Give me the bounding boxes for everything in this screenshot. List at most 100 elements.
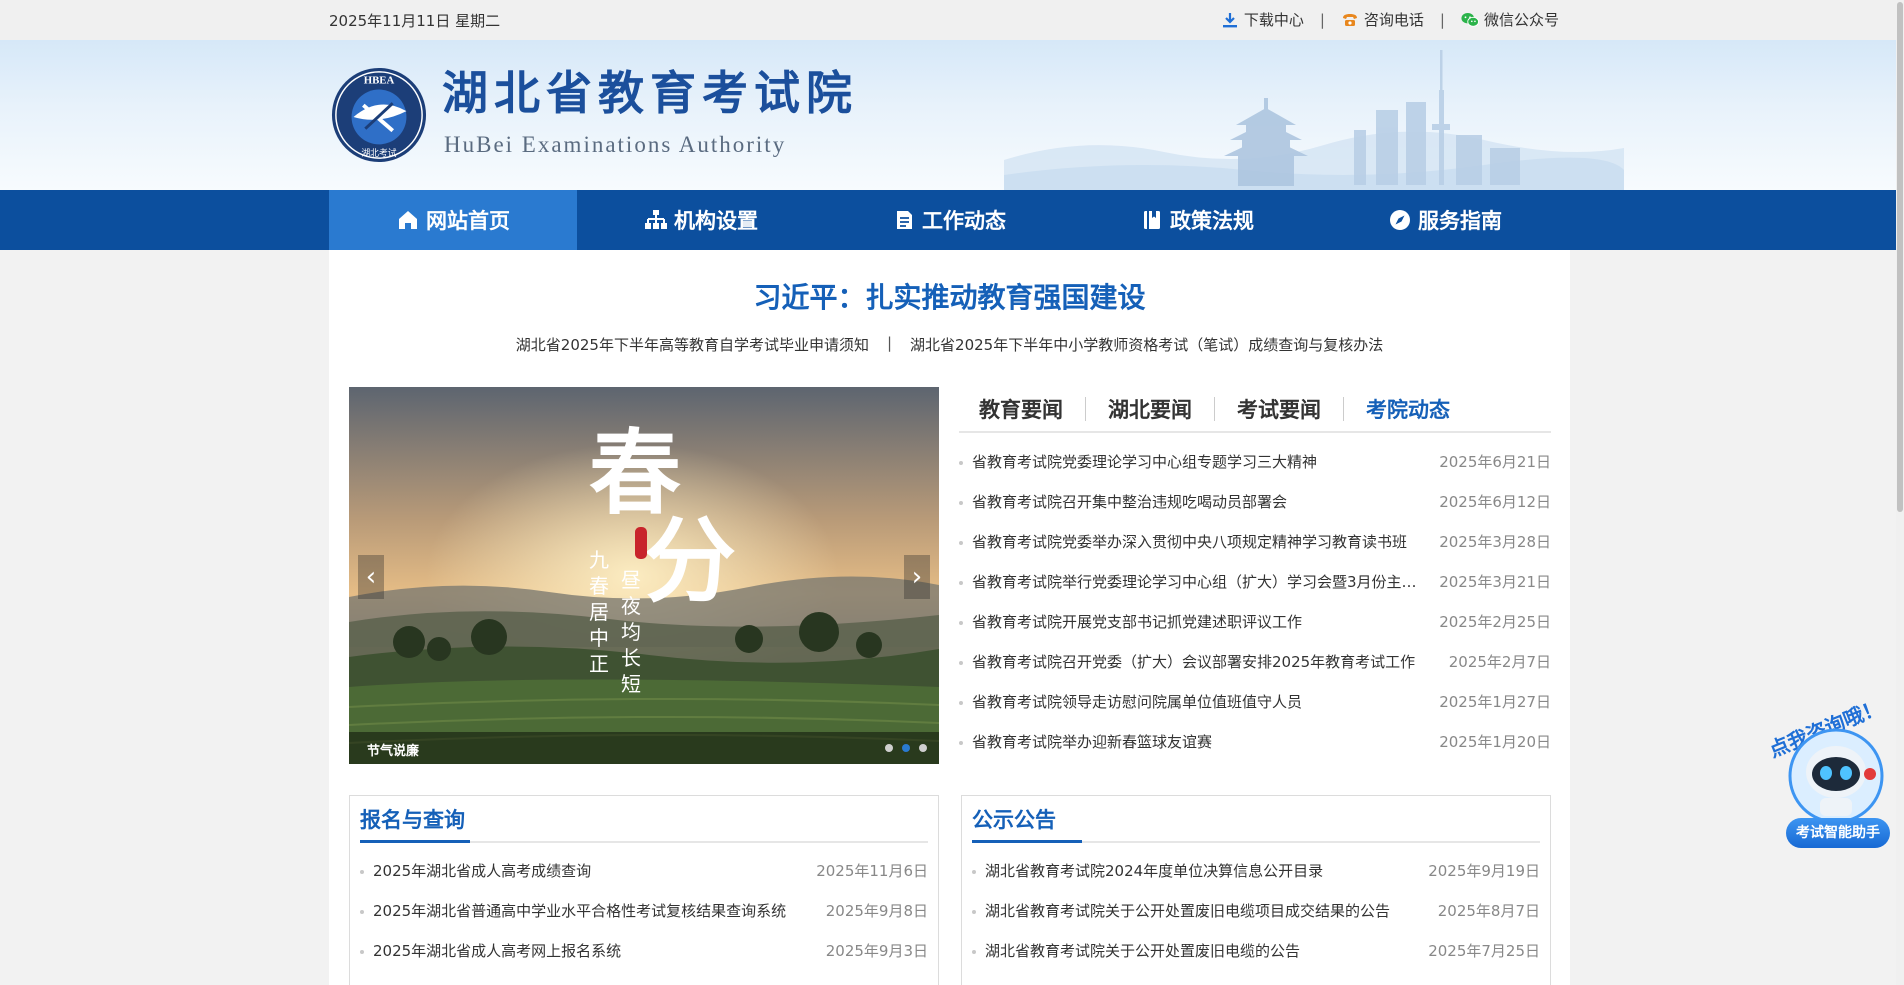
list-item[interactable]: 2025年湖北省成人高考成绩查询 2025年11月6日 bbox=[360, 851, 928, 891]
notice-title: 湖北省教育考试院关于公开处置废旧电缆项目成交结果的公告 bbox=[972, 891, 1390, 931]
registration-box-title[interactable]: 报名与查询 bbox=[360, 804, 465, 834]
book-icon bbox=[1144, 211, 1160, 229]
scrollbar-thumb[interactable] bbox=[1897, 2, 1903, 512]
home-icon bbox=[399, 211, 417, 229]
wechat-icon bbox=[1461, 12, 1479, 27]
document-icon bbox=[897, 211, 912, 229]
news-title: 省教育考试院举行党委理论学习中心组（扩大）学习会暨3月份主题党日活动 bbox=[959, 562, 1425, 602]
news-date: 2025年1月27日 bbox=[1439, 693, 1551, 711]
tab-separator bbox=[1214, 397, 1215, 421]
tab-separator bbox=[1085, 397, 1086, 421]
hotline-link[interactable]: 咨询电话 bbox=[1341, 9, 1424, 30]
carousel-prev-button[interactable]: ‹ bbox=[358, 555, 384, 599]
carousel-dot[interactable] bbox=[885, 744, 893, 752]
news-date: 2025年6月21日 bbox=[1439, 453, 1551, 471]
nav-organization[interactable]: 机构设置 bbox=[577, 190, 825, 250]
news-title: 省教育考试院召开集中整治违规吃喝动员部署会 bbox=[959, 482, 1287, 522]
download-center-label: 下载中心 bbox=[1243, 11, 1304, 29]
list-item[interactable]: 湖北省教育考试院关于公开处置废旧电缆项目成交结果的公告 2025年8月7日 bbox=[972, 891, 1540, 931]
notices-box-title[interactable]: 公示公告 bbox=[972, 804, 1056, 834]
registration-query-box: 报名与查询 2025年湖北省成人高考成绩查询 2025年11月6日 2025年湖北… bbox=[349, 795, 939, 985]
image-carousel[interactable]: 春 分 九春居中正 昼夜均长短 ‹ › 节气说廉 bbox=[349, 387, 939, 764]
carousel-caption-bar: 节气说廉 bbox=[349, 732, 939, 764]
top-separator: | bbox=[1319, 10, 1325, 29]
badge-text: HBEA bbox=[364, 75, 395, 87]
nav-organization-label: 机构设置 bbox=[674, 209, 758, 233]
registration-title: 2025年湖北省成人高考网上报名系统 bbox=[360, 931, 621, 971]
news-date: 2025年6月12日 bbox=[1439, 493, 1551, 511]
badge-subtext: 湖北考试 bbox=[361, 147, 396, 159]
news-date: 2025年1月20日 bbox=[1439, 733, 1551, 751]
news-date: 2025年2月7日 bbox=[1448, 653, 1551, 671]
news-title: 省教育考试院党委理论学习中心组专题学习三大精神 bbox=[959, 442, 1317, 482]
site-title: 湖北省教育考试院 bbox=[442, 66, 858, 120]
list-item[interactable]: 省教育考试院举办迎新春篮球友谊赛 2025年1月20日 bbox=[959, 722, 1551, 762]
nav-policies-label: 政策法规 bbox=[1170, 209, 1254, 233]
carousel-dot[interactable] bbox=[919, 744, 927, 752]
news-title: 省教育考试院党委举办深入贯彻中央八项规定精神学习教育读书班 bbox=[959, 522, 1407, 562]
nav-home-label: 网站首页 bbox=[426, 209, 510, 233]
wechat-link[interactable]: 微信公众号 bbox=[1461, 9, 1559, 30]
current-date: 2025年11月11日 星期二 bbox=[329, 12, 501, 30]
news-tab-bar: 教育要闻 湖北要闻 考试要闻 考院动态 bbox=[959, 387, 1551, 433]
registration-title: 2025年湖北省普通高中学业水平合格性考试复核结果查询系统 bbox=[360, 891, 786, 931]
list-item[interactable]: 省教育考试院党委理论学习中心组专题学习三大精神 2025年6月21日 bbox=[959, 442, 1551, 482]
carousel-dot-active[interactable] bbox=[902, 744, 910, 752]
ai-assistant-widget[interactable]: 点我咨询哦！ 考试智能助手 bbox=[1758, 690, 1898, 860]
list-item[interactable]: 湖北省教育考试院关于公开处置废旧电缆的公告 2025年7月25日 bbox=[972, 931, 1540, 971]
download-center-link[interactable]: 下载中心 bbox=[1221, 9, 1304, 30]
sub-headlines: 湖北省2025年下半年高等教育自学考试毕业申请须知 | 湖北省2025年下半年中… bbox=[329, 334, 1570, 355]
list-item[interactable]: 省教育考试院领导走访慰问院属单位值班值守人员 2025年1月27日 bbox=[959, 682, 1551, 722]
carousel-next-button[interactable]: › bbox=[904, 555, 930, 599]
carousel-slide-image: 春 分 bbox=[349, 387, 939, 764]
notice-date: 2025年9月19日 bbox=[1428, 862, 1540, 880]
list-item[interactable]: 2025年湖北省成人高考网上报名系统 2025年9月3日 bbox=[360, 931, 928, 971]
main-navigation: 网站首页 机构设置 工作动态 政策法规 服务指南 bbox=[0, 190, 1904, 250]
news-date: 2025年3月28日 bbox=[1439, 533, 1551, 551]
notices-box-header: 公示公告 bbox=[972, 796, 1540, 843]
list-item[interactable]: 省教育考试院党委举办深入贯彻中央八项规定精神学习教育读书班 2025年3月28日 bbox=[959, 522, 1551, 562]
nav-policies[interactable]: 政策法规 bbox=[1073, 190, 1321, 250]
list-item[interactable]: 省教育考试院举行党委理论学习中心组（扩大）学习会暨3月份主题党日活动 2025年3… bbox=[959, 562, 1551, 602]
nav-home[interactable]: 网站首页 bbox=[329, 190, 577, 250]
notice-title: 湖北省教育考试院2024年度单位决算信息公开目录 bbox=[972, 851, 1323, 891]
headline-link[interactable]: 习近平：扎实推动教育强国建设 bbox=[329, 276, 1570, 316]
page-scrollbar[interactable] bbox=[1896, 0, 1904, 985]
tab-education-news[interactable]: 教育要闻 bbox=[979, 394, 1063, 424]
header-banner: HBEA 湖北考试 湖北省教育考试院 HuBei Examinations Au… bbox=[0, 40, 1904, 190]
hbea-logo-badge: HBEA 湖北考试 bbox=[331, 67, 427, 163]
list-item[interactable]: 2025年湖北省普通高中学业水平合格性考试复核结果查询系统 2025年9月8日 bbox=[360, 891, 928, 931]
org-chart-icon bbox=[645, 210, 667, 229]
assistant-button[interactable]: 考试智能助手 bbox=[1786, 818, 1890, 848]
news-list: 省教育考试院党委理论学习中心组专题学习三大精神 2025年6月21日 省教育考试院… bbox=[959, 442, 1551, 762]
content-panel: 习近平：扎实推动教育强国建设 湖北省2025年下半年高等教育自学考试毕业申请须知… bbox=[329, 250, 1570, 985]
notices-list: 湖北省教育考试院2024年度单位决算信息公开目录 2025年9月19日 湖北省教育… bbox=[972, 851, 1540, 971]
tab-separator bbox=[1343, 397, 1344, 421]
registration-date: 2025年9月3日 bbox=[825, 942, 928, 960]
list-item[interactable]: 省教育考试院开展党支部书记抓党建述职评议工作 2025年2月25日 bbox=[959, 602, 1551, 642]
news-title: 省教育考试院举办迎新春篮球友谊赛 bbox=[959, 722, 1212, 762]
list-item[interactable]: 省教育考试院召开党委（扩大）会议部署安排2025年教育考试工作 2025年2月7日 bbox=[959, 642, 1551, 682]
list-item[interactable]: 省教育考试院召开集中整治违规吃喝动员部署会 2025年6月12日 bbox=[959, 482, 1551, 522]
tab-exam-news[interactable]: 考试要闻 bbox=[1237, 394, 1321, 424]
nav-service-guide-label: 服务指南 bbox=[1418, 209, 1502, 233]
news-title: 省教育考试院开展党支部书记抓党建述职评议工作 bbox=[959, 602, 1302, 642]
subheadline-link[interactable]: 湖北省2025年下半年高等教育自学考试毕业申请须知 bbox=[516, 334, 869, 355]
notice-date: 2025年8月7日 bbox=[1437, 902, 1540, 920]
registration-title: 2025年湖北省成人高考成绩查询 bbox=[360, 851, 591, 891]
robot-avatar-icon bbox=[1788, 728, 1884, 824]
subheadline-link[interactable]: 湖北省2025年下半年中小学教师资格考试（笔试）成绩查询与复核办法 bbox=[910, 334, 1383, 355]
registration-date: 2025年9月8日 bbox=[825, 902, 928, 920]
tab-hubei-news[interactable]: 湖北要闻 bbox=[1108, 394, 1192, 424]
carousel-poem-right: 昼夜均长短 bbox=[621, 568, 641, 696]
nav-work-news[interactable]: 工作动态 bbox=[825, 190, 1073, 250]
registration-box-header: 报名与查询 bbox=[360, 796, 928, 843]
registration-list: 2025年湖北省成人高考成绩查询 2025年11月6日 2025年湖北省普通高中学… bbox=[360, 851, 928, 971]
nav-work-news-label: 工作动态 bbox=[922, 209, 1006, 233]
nav-service-guide[interactable]: 服务指南 bbox=[1321, 190, 1569, 250]
tab-institute-news[interactable]: 考院动态 bbox=[1366, 394, 1450, 424]
news-title: 省教育考试院领导走访慰问院属单位值班值守人员 bbox=[959, 682, 1302, 722]
news-tabs-section: 教育要闻 湖北要闻 考试要闻 考院动态 省教育考试院党委理论学习中心组专题学习三… bbox=[959, 387, 1551, 762]
carousel-caption: 节气说廉 bbox=[367, 744, 420, 759]
list-item[interactable]: 湖北省教育考试院2024年度单位决算信息公开目录 2025年9月19日 bbox=[972, 851, 1540, 891]
